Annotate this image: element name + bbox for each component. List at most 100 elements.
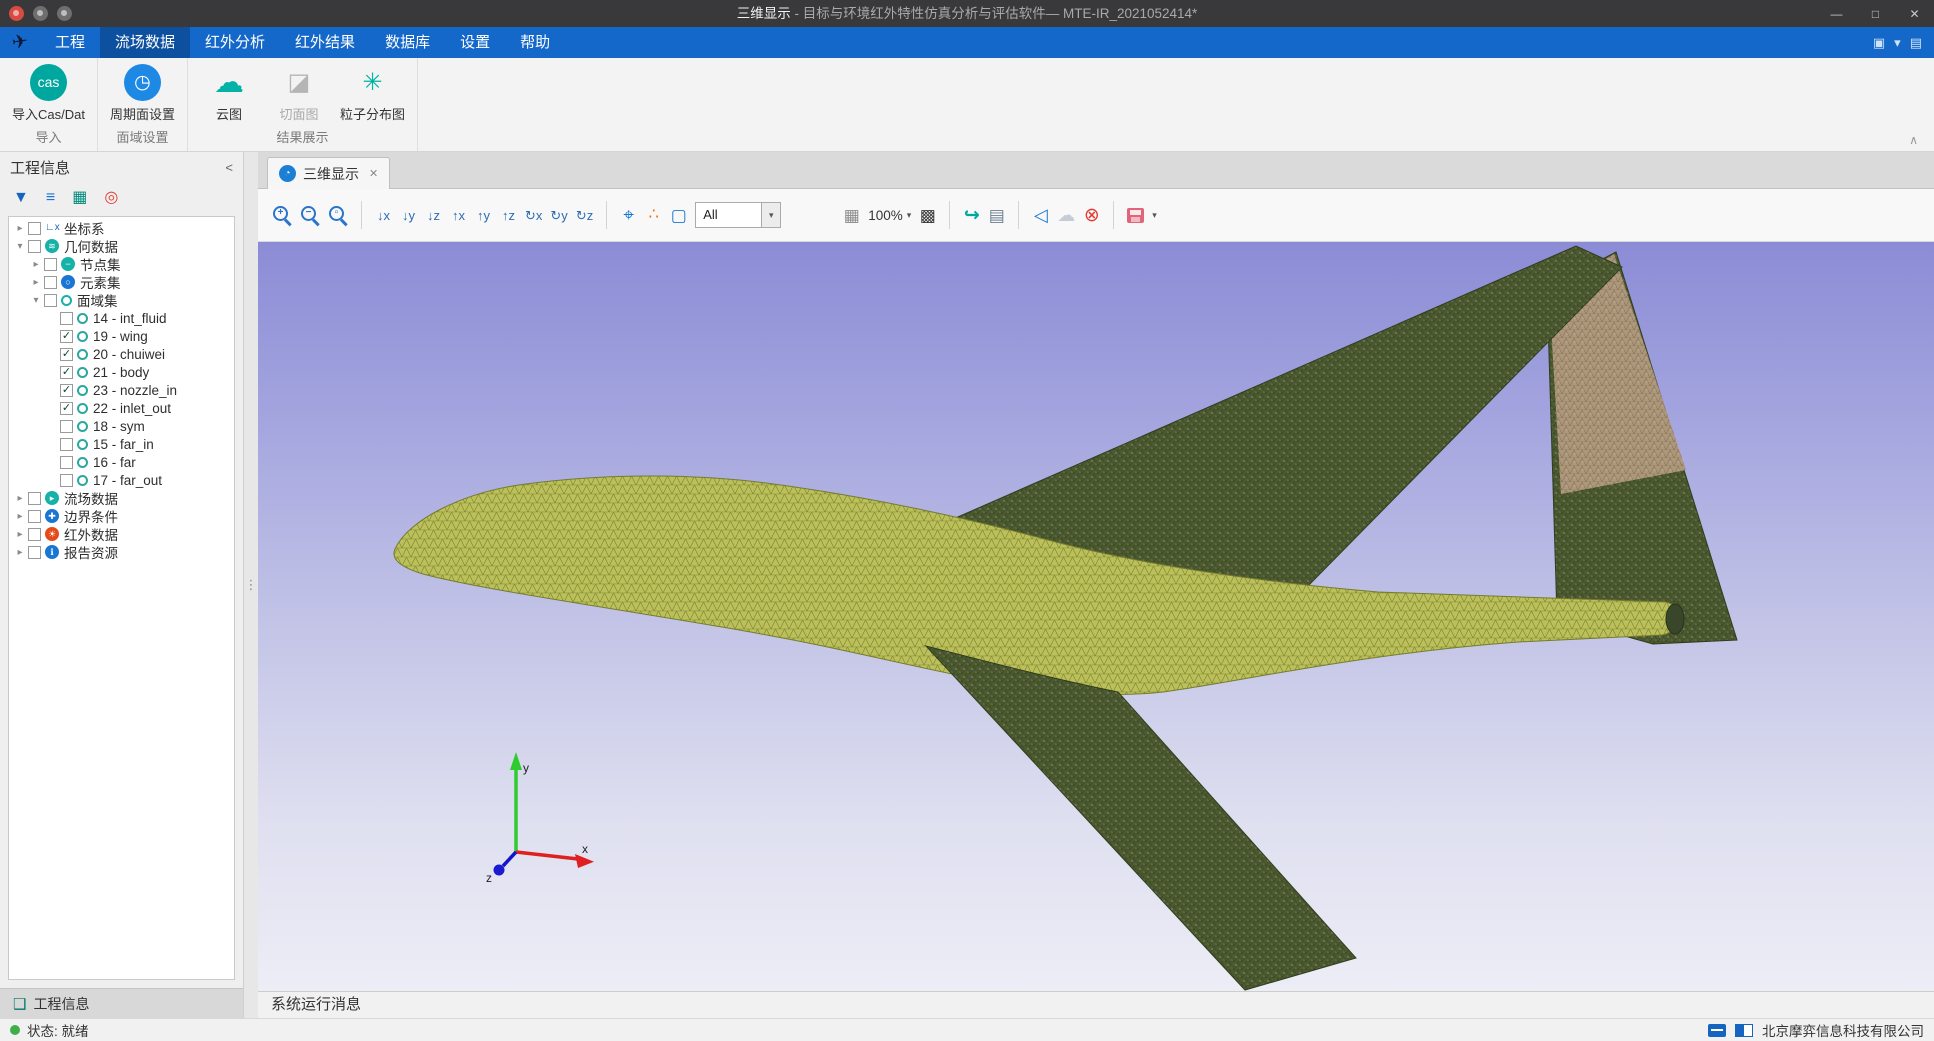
mirror-icon[interactable]: ◁ <box>1032 206 1049 224</box>
lasso-cloud-icon[interactable]: ☁ <box>1057 206 1075 224</box>
combo-caret-icon[interactable]: ▾ <box>761 203 780 227</box>
tree-expander-icon[interactable]: ▸ <box>13 547 27 558</box>
tree-outline-icon[interactable]: ≡ <box>46 190 55 206</box>
menu-tab-4[interactable]: 红外结果 <box>280 27 370 58</box>
tree-item-label[interactable]: 元素集 <box>80 272 121 292</box>
tree-expander-icon[interactable]: ▸ <box>29 277 43 288</box>
menu-tab-7[interactable]: 帮助 <box>505 27 565 58</box>
view-z-neg-icon[interactable]: ↓z <box>425 209 442 222</box>
rotate-z-icon[interactable]: ↻z <box>576 209 593 222</box>
opacity-pattern-icon[interactable]: ▦ <box>843 207 860 224</box>
ribbon-button-periodic-face[interactable]: ◷周期面设置 <box>110 64 175 123</box>
tree-checkbox[interactable] <box>60 474 73 487</box>
menu-tab-3[interactable]: 红外分析 <box>190 27 280 58</box>
tree-expander-icon[interactable]: ▸ <box>13 493 27 504</box>
tree-item[interactable]: ✓21 - body <box>9 363 234 381</box>
locate-target-icon[interactable]: ◎ <box>104 190 118 206</box>
status-panel-icon-1[interactable] <box>1708 1024 1726 1037</box>
panel-splitter[interactable]: ⋮ <box>244 152 258 1018</box>
grid-view-icon[interactable]: ▦ <box>72 190 87 206</box>
grid-icon[interactable]: ▩ <box>919 207 936 224</box>
viewport-3d[interactable]: x y z <box>258 242 1934 991</box>
tree-checkbox[interactable] <box>60 420 73 433</box>
display-filter-select[interactable]: All▾ <box>695 202 781 228</box>
maximize-button[interactable]: □ <box>1856 0 1895 27</box>
zoom-out-icon[interactable]: − <box>300 205 320 225</box>
tab-close-icon[interactable]: ✕ <box>369 167 378 180</box>
status-panel-icon-2[interactable] <box>1735 1024 1753 1037</box>
tree-item[interactable]: ✓23 - nozzle_in <box>9 381 234 399</box>
box-select-icon[interactable]: ▢ <box>670 207 687 224</box>
tree-item[interactable]: ▾≋几何数据 <box>9 237 234 255</box>
tree-checkbox[interactable] <box>28 528 41 541</box>
tree-item[interactable]: ✓ 19 - wing <box>9 327 234 345</box>
tree-item-label[interactable]: 14 - int_fluid <box>93 311 167 326</box>
tree-item-label[interactable]: 20 - chuiwei <box>93 347 165 362</box>
app-logo-badge[interactable] <box>9 6 24 21</box>
tree-expander-icon[interactable]: ▸ <box>13 223 27 234</box>
tree-expander-icon[interactable]: ▸ <box>13 529 27 540</box>
tree-checkbox[interactable] <box>44 294 57 307</box>
tree-checkbox[interactable] <box>60 438 73 451</box>
tree-item-label[interactable]: 19 - wing <box>93 329 148 344</box>
tree-expander-icon[interactable]: ▸ <box>13 511 27 522</box>
style-caret-icon[interactable]: ▾ <box>1894 35 1901 51</box>
tree-checkbox[interactable]: ✓ <box>60 402 73 415</box>
tree-checkbox[interactable]: ✓ <box>60 384 73 397</box>
quick-access-button-1[interactable] <box>33 6 48 21</box>
tree-item[interactable]: ▸○元素集 <box>9 273 234 291</box>
probe-point-icon[interactable]: ⌖ <box>620 206 637 225</box>
tree-checkbox[interactable]: ✓ <box>60 366 73 379</box>
tree-item[interactable]: ▸▸流场数据 <box>9 489 234 507</box>
tree-expander-icon[interactable]: ▾ <box>29 295 43 306</box>
view-x-pos-icon[interactable]: ↑x <box>450 209 467 222</box>
tree-expander-icon[interactable]: ▸ <box>29 259 43 270</box>
tree-item[interactable]: 16 - far <box>9 453 234 471</box>
tree-item[interactable]: 14 - int_fluid <box>9 309 234 327</box>
particles-pick-icon[interactable]: ∴ <box>645 207 662 223</box>
delete-icon[interactable]: ⊗ <box>1083 206 1100 225</box>
tree-item-label[interactable]: 几何数据 <box>64 236 118 256</box>
tree-checkbox[interactable]: ✓ <box>60 348 73 361</box>
tree-item-label[interactable]: 15 - far_in <box>93 437 154 452</box>
panel-collapse-icon[interactable]: < <box>225 160 233 175</box>
zoom-fit-icon[interactable]: ▫ <box>328 205 348 225</box>
tree-item-label[interactable]: 边界条件 <box>64 506 118 526</box>
menu-tab-2[interactable]: 流场数据 <box>100 27 190 58</box>
quick-access-button-2[interactable] <box>57 6 72 21</box>
tree-expander-icon[interactable]: ▾ <box>13 241 27 252</box>
export-view-icon[interactable]: ↪ <box>963 206 980 225</box>
tree-item[interactable]: ✓ 22 - inlet_out <box>9 399 234 417</box>
filter-icon[interactable]: ▼ <box>13 190 29 206</box>
menu-tab-5[interactable]: 数据库 <box>370 27 445 58</box>
tree-checkbox[interactable] <box>28 240 41 253</box>
ribbon-button-cas-import[interactable]: cas导入Cas/Dat <box>12 64 85 123</box>
view-x-neg-icon[interactable]: ↓x <box>375 209 392 222</box>
tree-item-label[interactable]: 面域集 <box>77 290 118 310</box>
tree-checkbox[interactable]: ✓ <box>60 330 73 343</box>
minimize-button[interactable]: — <box>1817 0 1856 27</box>
tree-checkbox[interactable] <box>28 510 41 523</box>
tree-item-label[interactable]: 17 - far_out <box>93 473 162 488</box>
view-y-neg-icon[interactable]: ↓y <box>400 209 417 222</box>
menu-tab-1[interactable]: 工程 <box>40 27 100 58</box>
rotate-x-icon[interactable]: ↻x <box>525 209 542 222</box>
save-view-icon[interactable] <box>1127 208 1144 223</box>
close-button[interactable]: ✕ <box>1895 0 1934 27</box>
view-z-pos-icon[interactable]: ↑z <box>500 209 517 222</box>
ribbon-layout-icon[interactable]: ▤ <box>1910 35 1922 51</box>
tree-item-label[interactable]: 22 - inlet_out <box>93 401 171 416</box>
tree-item-label[interactable]: 报告资源 <box>64 542 118 562</box>
window-style-icon[interactable]: ▣ <box>1873 35 1885 51</box>
ribbon-collapse-icon[interactable]: ∧ <box>1909 133 1918 147</box>
tree-checkbox[interactable] <box>28 222 41 235</box>
tree-item-label[interactable]: 流场数据 <box>64 488 118 508</box>
tab-3d-display[interactable]: ◔ 三维显示 ✕ <box>267 157 390 189</box>
tree-item[interactable]: 18 - sym <box>9 417 234 435</box>
tree-item[interactable]: ▸∟x坐标系 <box>9 219 234 237</box>
tree-item[interactable]: ▾ 面域集 <box>9 291 234 309</box>
save-caret-icon[interactable]: ▾ <box>1152 210 1157 221</box>
tree-checkbox[interactable] <box>28 492 41 505</box>
ribbon-button-particle-distribution[interactable]: ✳粒子分布图 <box>340 64 405 123</box>
tree-checkbox[interactable] <box>44 276 57 289</box>
